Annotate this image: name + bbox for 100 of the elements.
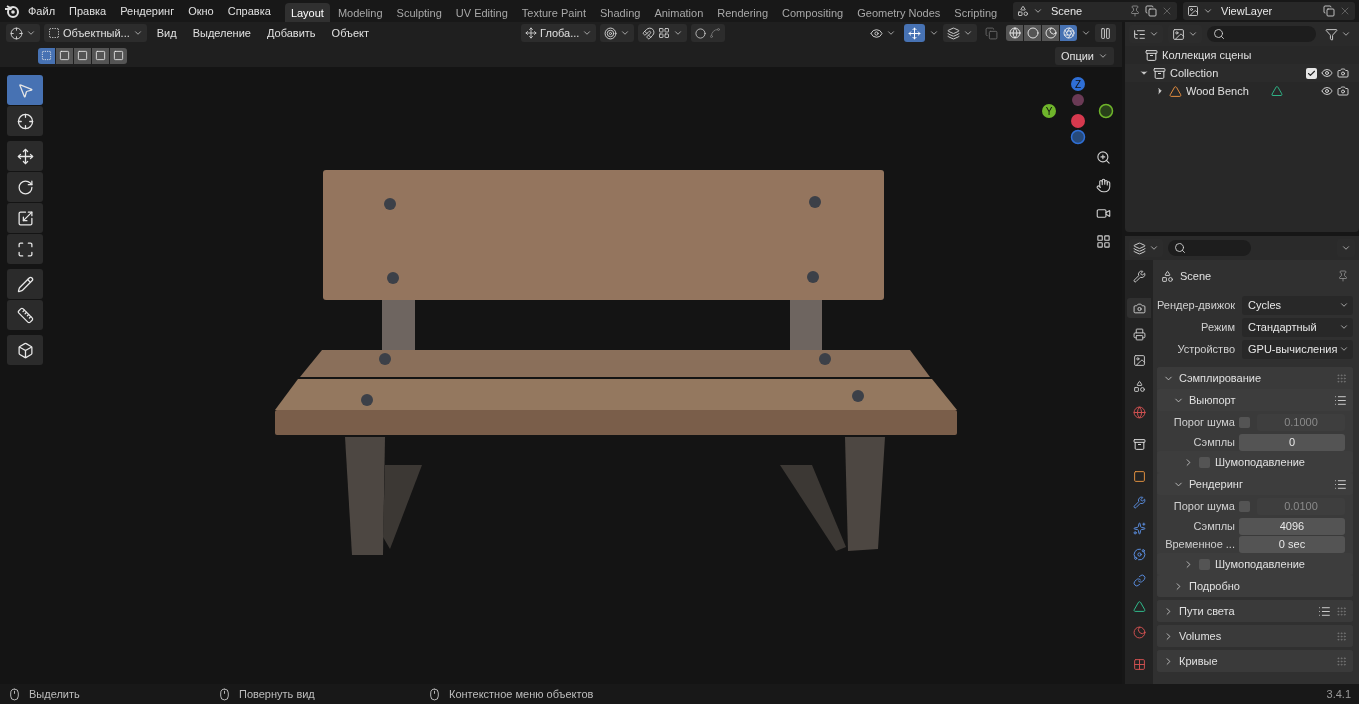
physics-icon[interactable]: [1132, 547, 1146, 561]
search-field[interactable]: [1207, 26, 1316, 42]
drag-handle-icon[interactable]: [1336, 372, 1347, 384]
caret-icon[interactable]: [1341, 29, 1351, 39]
caret-icon[interactable]: [1341, 243, 1351, 253]
menu-item[interactable]: Вид: [150, 27, 183, 39]
search-field[interactable]: [1168, 240, 1251, 256]
checkbox[interactable]: [1239, 500, 1250, 512]
wrench-icon[interactable]: [1132, 495, 1146, 509]
increment-icon[interactable]: [658, 27, 671, 39]
outliner-icon[interactable]: [1133, 27, 1146, 41]
caret-icon[interactable]: [1149, 29, 1159, 39]
gizmo-icon[interactable]: [908, 26, 921, 40]
caret-icon[interactable]: [620, 28, 631, 38]
overlays-icon[interactable]: [947, 26, 960, 40]
pin-icon[interactable]: [1337, 270, 1349, 282]
orientation-dropdown[interactable]: Глоба...: [521, 24, 597, 42]
axis-handle[interactable]: [1071, 114, 1085, 128]
object-icon[interactable]: [1132, 469, 1146, 483]
viewport[interactable]: Z Y: [0, 67, 1122, 684]
caret-icon[interactable]: [1339, 322, 1349, 332]
caret-icon[interactable]: [1033, 6, 1043, 16]
caret-icon[interactable]: [1149, 243, 1159, 253]
eye-icon[interactable]: [870, 26, 883, 40]
axis-handle[interactable]: Y: [1042, 104, 1056, 118]
view-layer-icon[interactable]: [1132, 353, 1146, 367]
tool-button[interactable]: [7, 300, 43, 330]
object-icon[interactable]: [1169, 84, 1182, 98]
workspace-tab[interactable]: Geometry Nodes: [851, 3, 947, 22]
tool-button[interactable]: [7, 106, 43, 136]
menu-item[interactable]: Правка: [63, 5, 113, 17]
workspace-tab[interactable]: Scripting: [948, 3, 1004, 22]
ruler-icon[interactable]: [16, 306, 34, 324]
mesh-data-icon[interactable]: [1271, 85, 1283, 97]
axis-handle[interactable]: Z: [1071, 77, 1085, 91]
constraint-icon[interactable]: [1132, 573, 1146, 587]
render-icon[interactable]: [1132, 301, 1146, 315]
dropdown[interactable]: Стандартный: [1242, 317, 1353, 337]
texture-icon[interactable]: [1132, 657, 1146, 671]
pivot-icon[interactable]: [604, 26, 618, 40]
cursor-icon[interactable]: [16, 112, 34, 130]
gizmo-toggle[interactable]: [904, 24, 925, 42]
expand-arrow-icon[interactable]: [1155, 86, 1165, 96]
particles-icon[interactable]: [1132, 521, 1146, 535]
caret-icon[interactable]: [673, 28, 684, 38]
workspace-tab[interactable]: Shading: [594, 3, 647, 22]
tool-button[interactable]: [7, 172, 43, 202]
workspace-tab[interactable]: Layout: [284, 3, 330, 22]
options-dropdown[interactable]: Опции: [1054, 46, 1114, 65]
caret-icon[interactable]: [1339, 344, 1349, 354]
world-icon[interactable]: [1132, 405, 1146, 419]
proportional-edit-button[interactable]: [691, 24, 726, 42]
expand-arrow-icon[interactable]: [1139, 68, 1149, 78]
add-cube-icon[interactable]: [16, 341, 34, 359]
move-icon[interactable]: [16, 147, 34, 165]
workspace-tab[interactable]: Animation: [648, 3, 710, 22]
mesh-data-icon[interactable]: [1132, 599, 1146, 613]
workspace-tab[interactable]: Texture Paint: [515, 3, 592, 22]
tool-button[interactable]: [7, 269, 43, 299]
checkbox[interactable]: [1306, 67, 1317, 79]
drag-handle-icon[interactable]: [1336, 655, 1347, 667]
duplicate-icon[interactable]: [1145, 5, 1157, 17]
presets-icon[interactable]: [1318, 604, 1331, 618]
collection-icon[interactable]: [1132, 437, 1146, 451]
caret-icon[interactable]: [963, 28, 973, 38]
workspace-tab[interactable]: UV Editing: [449, 3, 514, 22]
checkbox[interactable]: [1239, 416, 1250, 428]
eye-icon[interactable]: [1321, 67, 1333, 79]
caret-icon[interactable]: [886, 28, 896, 38]
select-icon[interactable]: [16, 81, 34, 99]
camera-icon[interactable]: [1337, 85, 1349, 97]
scene-icon[interactable]: [1017, 5, 1029, 17]
collection-icon[interactable]: [1153, 66, 1166, 80]
pivot-button[interactable]: [600, 24, 635, 42]
tool-icon[interactable]: [1132, 269, 1146, 283]
presets-icon[interactable]: [1334, 393, 1347, 407]
caret-icon[interactable]: [929, 28, 939, 38]
menu-item[interactable]: Объект: [325, 27, 376, 39]
tool-button[interactable]: [7, 335, 43, 365]
axis-handle[interactable]: [1070, 129, 1086, 145]
menu-item[interactable]: Рендеринг: [114, 5, 181, 17]
camera-icon[interactable]: [1337, 67, 1349, 79]
transform-icon[interactable]: [16, 240, 34, 258]
menu-item[interactable]: Справка: [221, 5, 277, 17]
pause-icon[interactable]: [1099, 26, 1112, 40]
collection-icon[interactable]: [1145, 48, 1158, 62]
dot-icon[interactable]: [695, 27, 707, 39]
number-field[interactable]: 0: [1239, 433, 1345, 451]
filter-icon[interactable]: [1325, 27, 1338, 41]
caret-icon[interactable]: [1203, 6, 1213, 16]
pause-button[interactable]: [1095, 24, 1116, 42]
menu-item[interactable]: Выделение: [186, 27, 257, 39]
caret-icon[interactable]: [132, 28, 143, 38]
drag-handle-icon[interactable]: [1336, 630, 1347, 642]
output-icon[interactable]: [1132, 327, 1146, 341]
mode-dropdown[interactable]: Объектный...: [44, 24, 147, 42]
menu-item[interactable]: Файл: [22, 5, 62, 17]
material-icon[interactable]: [1132, 625, 1146, 639]
drag-handle-icon[interactable]: [1336, 605, 1347, 617]
editor-type-button[interactable]: [6, 24, 40, 42]
